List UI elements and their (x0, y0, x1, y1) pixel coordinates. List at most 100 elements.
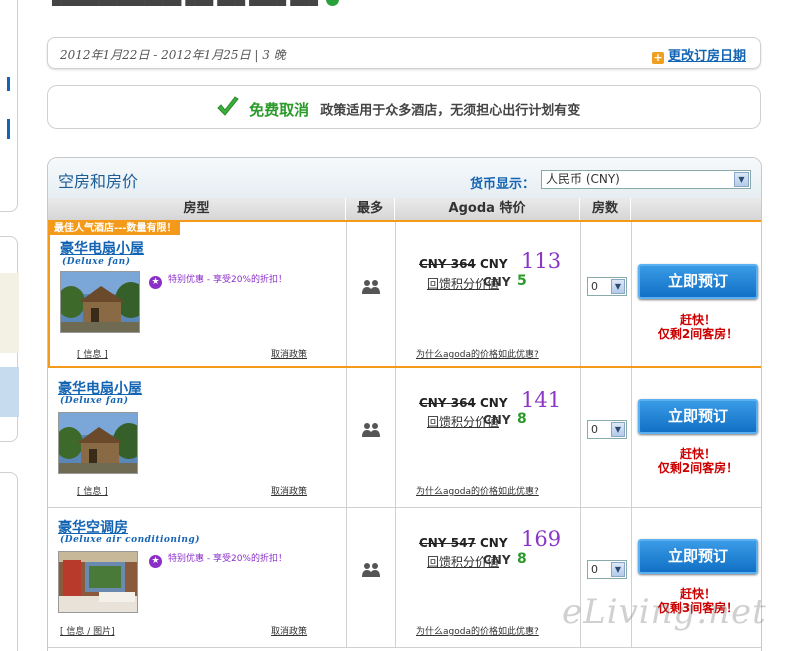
reward-value: 5 (517, 273, 527, 289)
free-cancel-description: 政策适用于众多酒店，无须担心出行计划有变 (320, 103, 581, 119)
two-guests-icon (361, 422, 381, 442)
room-photo[interactable] (60, 271, 140, 333)
book-now-button[interactable]: 立即预订 (638, 539, 758, 574)
room-info-link[interactable]: [ 信息 ] (77, 484, 108, 497)
star-icon: ★ (149, 555, 162, 568)
promo-text: 特别优惠 - 享受20%的折扣！ (168, 275, 287, 285)
original-price-value: 364 (450, 257, 476, 271)
checkmark-icon (216, 96, 240, 122)
plus-icon: + (651, 51, 664, 64)
book-now-button[interactable]: 立即预订 (638, 399, 758, 434)
discounted-price: 141 (521, 388, 562, 412)
original-price-currency: CNY (419, 396, 447, 410)
currency-label: 货币显示： (470, 177, 536, 192)
left-map-fragment (0, 236, 19, 442)
original-price: CNY 364 CNY (419, 257, 508, 271)
hotel-summary-strip: ██████████████ ███ ███ ████ ███ (52, 0, 343, 6)
chevron-down-icon: ▼ (611, 279, 625, 294)
room-name-link[interactable]: 豪华电扇小屋 (60, 238, 144, 258)
room-name-english: (Deluxe fan) (62, 257, 131, 267)
room-quantity-select[interactable]: 0 ▼ (587, 420, 627, 439)
original-price-value: 547 (450, 536, 476, 550)
why-cheap-link[interactable]: 为什么agoda的价格如此优惠? (416, 624, 539, 637)
left-panel-fragment (0, 0, 18, 212)
quantity-value: 0 (591, 563, 598, 576)
column-divider (631, 368, 632, 507)
book-now-button[interactable]: 立即预订 (638, 264, 758, 299)
reward-value: 8 (517, 551, 527, 567)
chevron-down-icon: ▼ (611, 422, 625, 437)
date-range-text: 2012年1月22日 - 2012年1月25日 | 3 晚 (60, 48, 286, 62)
column-divider (580, 222, 581, 366)
original-price: CNY 547 CNY (419, 536, 508, 550)
rooms-left-text: 仅剩2间客房！ (657, 327, 739, 341)
hurry-text: 赶快！ (679, 447, 716, 461)
cancellation-policy-link[interactable]: 取消政策 (271, 347, 307, 360)
two-guests-icon (361, 562, 381, 582)
column-divider (395, 508, 396, 647)
quantity-value: 0 (591, 423, 598, 436)
column-header-max: 最多 (346, 198, 395, 220)
currency-select[interactable]: 人民币 (CNY) ▼ (541, 170, 751, 189)
chevron-down-icon: ▼ (734, 172, 749, 187)
rooms-left-text: 仅剩2间客房！ (657, 461, 739, 475)
reward-currency: CNY (483, 275, 511, 289)
status-dot-icon (326, 0, 340, 6)
best-seller-banner: 最佳人气酒店---数量有限！ (50, 222, 181, 235)
room-name-link[interactable]: 豪华电扇小屋 (58, 378, 142, 398)
column-divider (395, 368, 396, 507)
why-cheap-link[interactable]: 为什么agoda的价格如此优惠? (416, 484, 539, 497)
original-price-currency: CNY (419, 536, 447, 550)
currency-value: 人民币 (CNY) (546, 172, 620, 186)
reward-currency: CNY (483, 553, 511, 567)
cancellation-policy-link[interactable]: 取消政策 (271, 484, 307, 497)
original-price-value: 364 (450, 396, 476, 410)
column-divider (346, 368, 347, 507)
room-quantity-select[interactable]: 0 ▼ (587, 277, 627, 296)
column-divider (346, 222, 347, 366)
special-offer-note: ★ 特别优惠 - 享受20%的折扣！ (149, 272, 287, 289)
chevron-down-icon: ▼ (611, 562, 625, 577)
special-offer-note: ★ 特别优惠 - 享受20%的折扣！ (149, 551, 287, 568)
room-name-english: (Deluxe fan) (60, 396, 129, 406)
column-divider (580, 368, 581, 507)
panel-title: 空房和房价 (58, 172, 139, 191)
availability-warning: 赶快！ 仅剩2间客房！ (638, 447, 758, 475)
star-icon: ★ (149, 276, 162, 289)
room-name-english: (Deluxe air conditioning) (60, 535, 200, 545)
rooms-and-rates-panel: 空房和房价 货币显示： 人民币 (CNY) ▼ 房型 最多 Agoda 特价 房… (47, 157, 762, 651)
column-header-action (631, 198, 761, 220)
column-divider (395, 222, 396, 366)
price-currency: CNY (479, 257, 508, 271)
hurry-text: 赶快！ (679, 313, 716, 327)
reward-currency: CNY (483, 413, 511, 427)
column-header-price: Agoda 特价 (395, 198, 580, 220)
availability-warning: 赶快！ 仅剩2间客房！ (638, 313, 758, 341)
discounted-price: 113 (521, 249, 562, 273)
quantity-value: 0 (591, 280, 598, 293)
price-currency: CNY (479, 396, 508, 410)
change-date-link[interactable]: + 更改订房日期 (651, 45, 746, 64)
column-header-rooms: 房数 (580, 198, 631, 220)
room-quantity-select[interactable]: 0 ▼ (587, 560, 627, 579)
two-guests-icon (361, 279, 381, 299)
left-panel-fragment (0, 472, 18, 651)
room-row-featured: 最佳人气酒店---数量有限！ 豪华电扇小屋 (Deluxe fan) ★ 特别优惠… (48, 220, 761, 368)
discounted-price: 169 (521, 527, 562, 551)
date-range-bar: 2012年1月22日 - 2012年1月25日 | 3 晚 + 更改订房日期 (47, 37, 761, 69)
room-photo[interactable] (58, 551, 138, 613)
room-name-link[interactable]: 豪华空调房 (58, 517, 128, 537)
price-currency: CNY (479, 536, 508, 550)
room-row: 豪华电扇小屋 (Deluxe fan) [ 信息 ] 取消政策 CNY 364 … (48, 368, 761, 508)
room-info-link[interactable]: [ 信息 ] (77, 347, 108, 360)
room-info-link[interactable]: [ 信息 / 图片] (60, 624, 115, 637)
free-cancel-title: 免费取消 (249, 100, 310, 119)
room-photo[interactable] (58, 412, 138, 474)
free-cancellation-banner: 免费取消 政策适用于众多酒店，无须担心出行计划有变 (47, 85, 761, 129)
cancellation-policy-link[interactable]: 取消政策 (271, 624, 307, 637)
summary-text: ██████████████ ███ ███ ████ ███ (52, 0, 318, 6)
why-cheap-link[interactable]: 为什么agoda的价格如此优惠? (416, 347, 539, 360)
change-date-label: 更改订房日期 (667, 49, 746, 64)
column-divider (346, 508, 347, 647)
panel-header: 空房和房价 货币显示： 人民币 (CNY) ▼ (48, 158, 761, 198)
